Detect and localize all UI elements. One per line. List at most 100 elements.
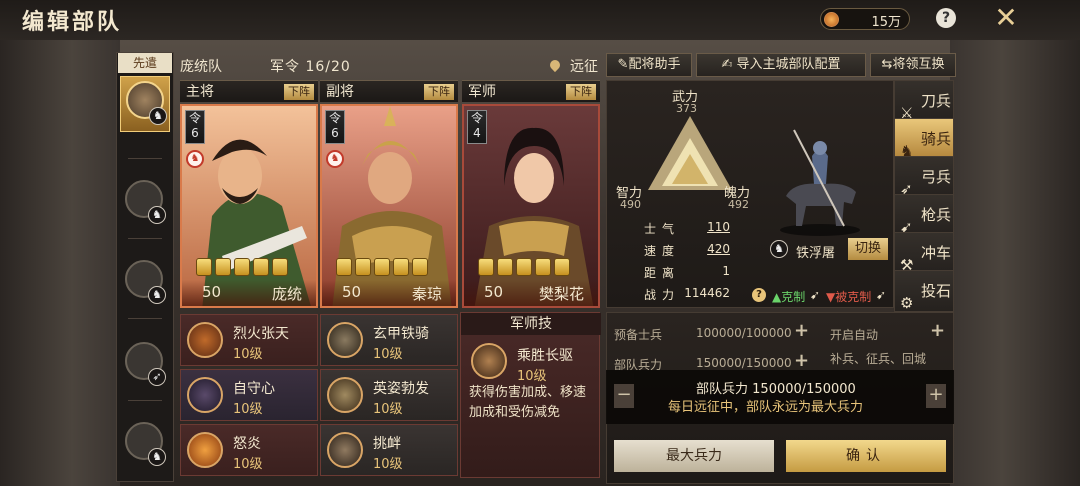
- cavalry-icon: ♞: [148, 206, 166, 224]
- cavalry-skill-icon: [327, 322, 363, 358]
- tab-label: 冲车: [921, 244, 952, 262]
- troop-slot-3[interactable]: ♞: [120, 256, 170, 312]
- top-bar: [0, 0, 1080, 40]
- unit-tab-blade[interactable]: ⚔ 刀兵: [894, 80, 954, 122]
- skill-slot[interactable]: 烈火张天 10级: [180, 314, 318, 366]
- skill-description: 获得伤害加成、移速加成和受伤减免: [469, 385, 587, 420]
- column-head-main: 主将 下阵: [180, 80, 318, 102]
- countered-label: ▼被克制: [826, 290, 872, 304]
- help-icon[interactable]: ?: [752, 288, 766, 302]
- general-card-pangtong[interactable]: 令6 ♞ 50 庞统: [180, 104, 318, 308]
- currency-display[interactable]: 15万: [820, 8, 910, 30]
- skill-name: 挑衅: [373, 436, 401, 452]
- stat-zhili-value: 490: [620, 198, 641, 211]
- add-reserve-icon[interactable]: +: [794, 320, 809, 341]
- skill-level: 10级: [373, 402, 403, 417]
- tab-label: 骑兵: [921, 130, 952, 148]
- general-name: 樊梨花: [538, 285, 584, 303]
- cavalry-icon: ♞: [148, 286, 166, 304]
- star-icon: [355, 258, 371, 276]
- countered-text: 被克制: [835, 290, 872, 304]
- general-level: 50: [202, 283, 222, 301]
- general-level: 50: [342, 283, 362, 301]
- star-icon: [253, 258, 269, 276]
- reserve-label: 预备士兵: [614, 328, 663, 342]
- currency-value: 15万: [871, 15, 901, 30]
- troop-slot-2[interactable]: ♞: [120, 176, 170, 232]
- unit-name: 铁浮屠: [796, 246, 836, 261]
- stat-poli-value: 492: [728, 198, 749, 211]
- skill-name: 自守心: [233, 381, 275, 397]
- background-curtain-left: [0, 40, 120, 486]
- down-button[interactable]: 下阵: [566, 84, 596, 100]
- assist-button[interactable]: ✎配将助手: [606, 53, 692, 77]
- general-card-qinqiong[interactable]: 令6 ♞ 50 秦琼: [320, 104, 458, 308]
- strategist-skill-title: 军师技: [461, 313, 601, 335]
- tooltip-line-1: 部队兵力 150000/150000: [696, 378, 856, 397]
- import-button[interactable]: ✍ 导入主城部队配置: [696, 53, 866, 77]
- skill-slot[interactable]: 英姿勃发 10级: [320, 369, 458, 421]
- skill-level: 10级: [373, 457, 403, 472]
- skill-slot[interactable]: 怒炎 10级: [180, 424, 318, 476]
- skill-slot[interactable]: 玄甲铁骑 10级: [320, 314, 458, 366]
- unit-tab-spear[interactable]: ➹ 枪兵: [894, 194, 954, 236]
- range-value: 1: [722, 264, 730, 278]
- confirm-button[interactable]: 确认: [786, 440, 946, 472]
- auto-description: 补兵、征兵、回城: [830, 352, 927, 366]
- expedition-label: 远征: [570, 59, 598, 75]
- auto-toggle-icon[interactable]: +: [930, 320, 945, 341]
- order-value: 16/20: [305, 59, 351, 75]
- background-curtain-right: [950, 40, 1080, 486]
- flame-skill-icon: [187, 432, 223, 468]
- counter-label: ▲克制: [772, 290, 806, 304]
- strategist-skill-panel[interactable]: 军师技 乘胜长驱 10级 获得伤害加成、移速加成和受伤减免: [460, 312, 601, 478]
- column-head-deputy: 副将 下阵: [320, 80, 458, 102]
- unit-tab-cavalry[interactable]: ♞ 骑兵: [894, 118, 954, 160]
- skill-slot[interactable]: 自守心 10级: [180, 369, 318, 421]
- down-button[interactable]: 下阵: [284, 84, 314, 100]
- vanguard-tab[interactable]: 先遣: [118, 53, 172, 73]
- ling-glyph: 令: [328, 111, 341, 125]
- star-icon: [497, 258, 513, 276]
- plus-icon[interactable]: +: [926, 384, 946, 408]
- assist-icon: ✎: [617, 57, 629, 72]
- troop-slot-1[interactable]: ♞: [120, 76, 170, 132]
- ling-number: 4: [473, 126, 481, 140]
- down-button[interactable]: 下阵: [424, 84, 454, 100]
- tooltip: 部队兵力 150000/150000 每日远征中，部队永远为最大兵力: [606, 370, 954, 424]
- max-troops-button[interactable]: 最大兵力: [614, 440, 774, 472]
- unit-tab-catapult[interactable]: ⚙ 投石: [894, 270, 954, 312]
- order-counter: 军令 16/20: [270, 56, 351, 76]
- minus-icon[interactable]: −: [614, 384, 634, 408]
- troop-slot-5[interactable]: ♞: [120, 418, 170, 474]
- troop-name: 庞统队: [180, 59, 222, 75]
- star-icon: [196, 258, 212, 276]
- general-card-fanlihua[interactable]: 令4 50 樊梨花: [462, 104, 600, 308]
- auto-label: 开启自动: [830, 328, 879, 342]
- order-cost-badge: 令6: [185, 110, 205, 144]
- swap-button[interactable]: ⇆将领互换: [870, 53, 956, 77]
- counter-text: 克制: [781, 290, 806, 304]
- star-icon: [336, 258, 352, 276]
- tab-label: 刀兵: [921, 92, 952, 110]
- role-label: 军师: [468, 84, 496, 100]
- switch-unit-button[interactable]: 切换: [848, 238, 888, 260]
- troop-slot-4[interactable]: ➶: [120, 338, 170, 394]
- unit-tab-ram[interactable]: ⚒ 冲车: [894, 232, 954, 274]
- assist-label: 配将助手: [628, 57, 681, 72]
- star-row: [336, 258, 431, 278]
- unit-tab-archer[interactable]: ➶ 弓兵: [894, 156, 954, 198]
- add-troops-icon[interactable]: +: [794, 350, 809, 371]
- bow-icon: ➶: [900, 180, 913, 198]
- page-title: 编辑部队: [22, 10, 123, 35]
- role-label: 主将: [186, 84, 214, 100]
- import-icon: ✍: [721, 57, 733, 72]
- cavalry-icon: ♞: [148, 448, 166, 466]
- ling-number: 6: [331, 126, 339, 140]
- help-icon[interactable]: ?: [936, 8, 956, 28]
- skill-slot[interactable]: 挑衅 10级: [320, 424, 458, 476]
- star-icon: [374, 258, 390, 276]
- close-icon[interactable]: ✕: [992, 4, 1020, 32]
- power-value: 114462: [684, 286, 730, 300]
- divider: [128, 318, 162, 319]
